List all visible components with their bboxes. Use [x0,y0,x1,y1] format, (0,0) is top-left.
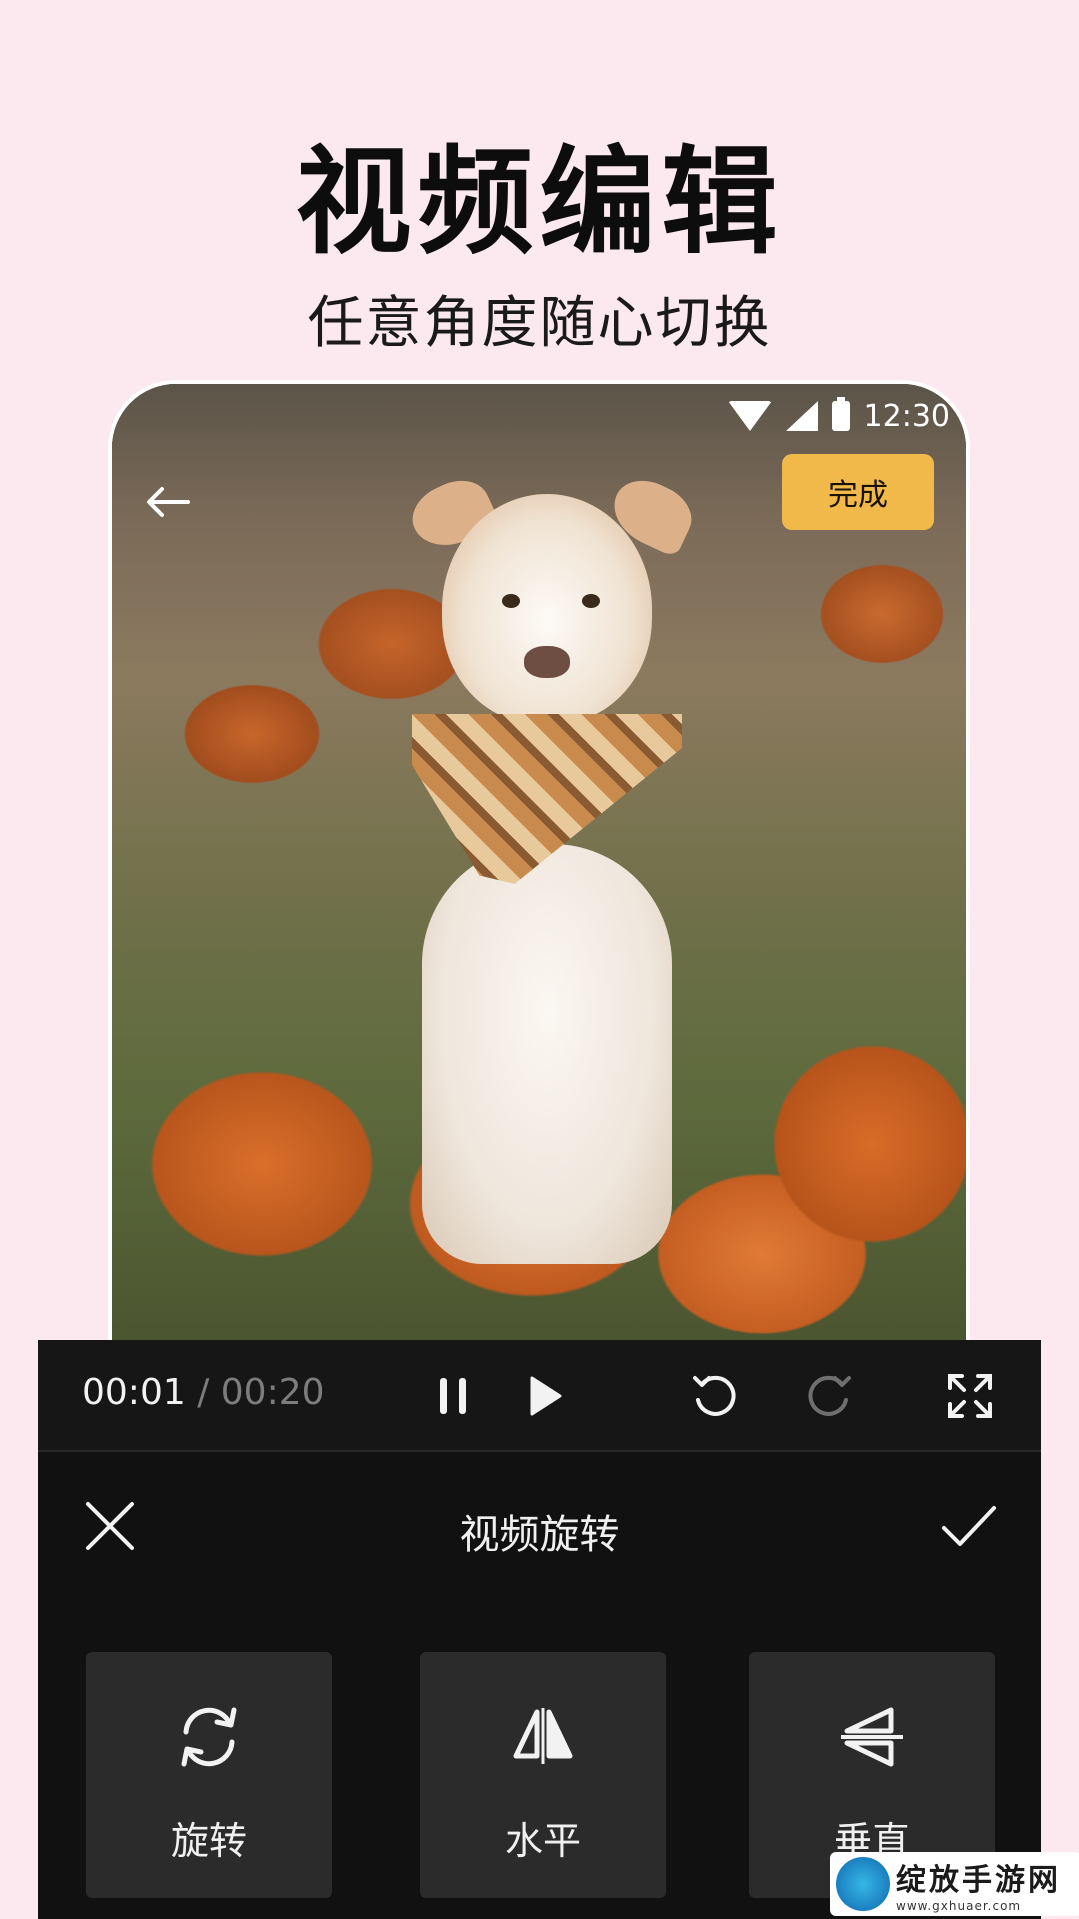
editor-panel: 00:01 / 00:20 视频旋转 旋转 水平 垂直 [38,1340,1041,1919]
hero-title: 视频编辑 [295,135,784,270]
dog-head [442,494,652,724]
watermark-url: www.gxhuaer.com [896,1899,1022,1913]
wifi-icon [727,401,772,431]
rotate-icon [181,1707,237,1767]
flip-horizontal-icon [513,1708,573,1764]
site-watermark: 绽放手游网 www.gxhuaer.com [830,1852,1079,1916]
dog-body [422,844,672,1264]
fullscreen-icon[interactable] [944,1370,996,1422]
tool-rotate[interactable]: 旋转 [86,1652,332,1898]
time-display: 00:01 / 00:20 [82,1372,325,1413]
status-time: 12:30 [863,398,950,434]
tool-flip-horizontal-label: 水平 [504,1819,581,1863]
battery-icon [831,397,850,431]
time-separator: / [185,1372,221,1413]
player-bar: 00:01 / 00:20 [38,1340,1041,1452]
dog-eye-left [502,594,520,608]
redo-icon[interactable] [804,1370,856,1422]
editor-title: 视频旋转 [459,1512,620,1558]
pause-icon[interactable] [428,1370,480,1422]
hero-subtitle: 任意角度随心切换 [307,291,772,356]
dog-eye-right [582,594,600,608]
done-button[interactable]: 完成 [782,454,934,530]
flip-vertical-icon [841,1707,903,1767]
signal-icon [785,401,818,431]
watermark-text: 绽放手游网 www.gxhuaer.com [896,1855,1061,1913]
dog-nose [524,646,570,678]
status-bar: 12:30 [112,384,966,448]
editor-header: 视频旋转 [38,1452,1041,1592]
watermark-logo-icon [836,1857,890,1911]
play-icon[interactable] [518,1370,570,1422]
total-time: 00:20 [220,1372,325,1413]
tool-flip-horizontal[interactable]: 水平 [420,1652,666,1898]
undo-icon[interactable] [688,1370,740,1422]
tool-rotate-label: 旋转 [170,1819,247,1863]
current-time: 00:01 [82,1372,186,1413]
watermark-name: 绽放手游网 [896,1863,1061,1898]
check-icon[interactable] [938,1498,1000,1554]
back-arrow-icon[interactable] [140,474,196,530]
